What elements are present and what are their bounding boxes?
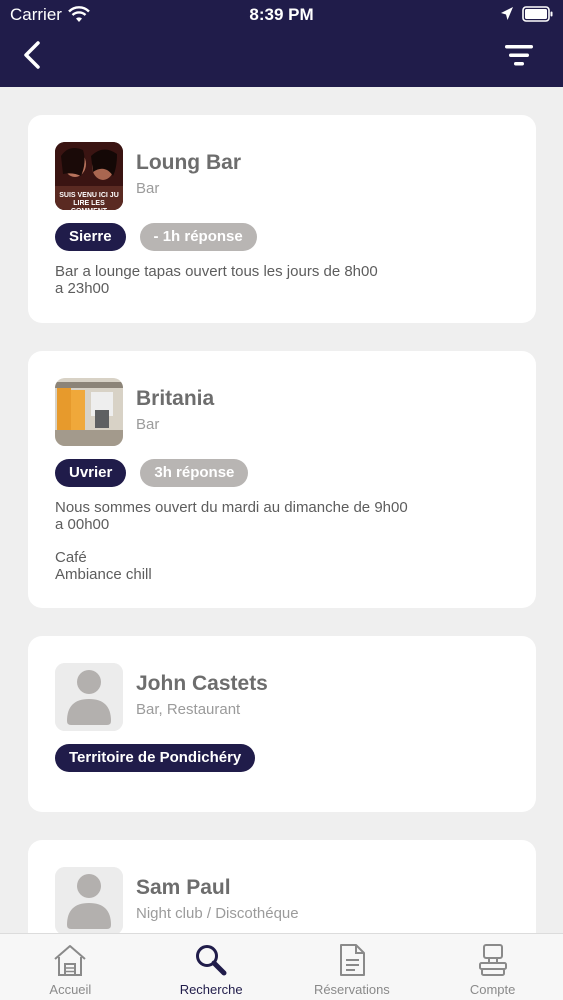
venue-name: Loung Bar [136, 151, 241, 174]
venue-name: Sam Paul [136, 876, 231, 899]
search-icon [196, 945, 227, 976]
result-card[interactable]: John Castets Bar, Restaurant Territoire … [28, 636, 536, 812]
filter-button[interactable] [500, 40, 540, 72]
venue-photo: SUIS VENU ICI JU LIRE LES COMMENT [55, 142, 123, 210]
tab-label: Recherche [179, 982, 243, 997]
battery-icon [522, 6, 553, 22]
tab-label: Réservations [313, 982, 390, 997]
tab-recherche[interactable]: Recherche [141, 934, 282, 1000]
tab-label: Accueil [49, 982, 92, 997]
document-icon [339, 944, 365, 976]
response-time-tag: - 1h réponse [139, 223, 257, 251]
account-icon [478, 944, 507, 976]
result-card[interactable]: Sam Paul Night club / Discothéque [28, 840, 536, 933]
tab-bar: Accueil Recherche Réservations Compte [0, 933, 563, 1000]
venue-category: Bar, Restaurant [136, 701, 241, 718]
results-list[interactable]: SUIS VENU ICI JU LIRE LES COMMENT Loung … [0, 87, 563, 933]
venue-description: Nous sommes ouvert du mardi au dimanche … [55, 499, 408, 533]
tag-row: Sierre - 1h réponse [55, 223, 257, 251]
home-icon [54, 945, 87, 976]
venue-description: Bar a lounge tapas ouvert tous les jours… [55, 263, 378, 297]
venue-category: Night club / Discothéque [136, 905, 299, 922]
tab-reservations[interactable]: Réservations [282, 934, 423, 1000]
location-tag: Territoire de Pondichéry [55, 744, 256, 772]
result-card[interactable]: SUIS VENU ICI JU LIRE LES COMMENT Loung … [28, 115, 536, 323]
location-tag: Uvrier [55, 459, 127, 487]
venue-photo [55, 378, 123, 446]
venue-extra-info: Café Ambiance chill [55, 549, 152, 583]
tag-row: Territoire de Pondichéry [55, 744, 256, 772]
back-button[interactable] [16, 38, 50, 72]
image-caption: SUIS VENU ICI JU LIRE LES COMMENT [59, 192, 119, 210]
tab-accueil[interactable]: Accueil [0, 934, 141, 1000]
venue-category: Bar [136, 416, 160, 433]
tab-compte[interactable]: Compte [422, 934, 563, 1000]
venue-category: Bar [136, 180, 160, 197]
result-card[interactable]: Britania Bar Uvrier 3h réponse Nous somm… [28, 351, 536, 608]
venue-name: Britania [136, 387, 215, 410]
avatar-placeholder-icon [55, 663, 123, 731]
status-bar: Carrier 8:39 PM [0, 0, 563, 30]
location-arrow-icon [501, 7, 513, 20]
response-time-tag: 3h réponse [140, 459, 249, 487]
avatar-placeholder-icon [55, 867, 123, 933]
location-tag: Sierre [55, 223, 126, 251]
tab-label: Compte [469, 982, 516, 997]
tag-row: Uvrier 3h réponse [55, 459, 249, 487]
venue-name: John Castets [136, 672, 268, 695]
top-bar: Carrier 8:39 PM [0, 0, 563, 87]
status-time: 8:39 PM [249, 5, 314, 24]
